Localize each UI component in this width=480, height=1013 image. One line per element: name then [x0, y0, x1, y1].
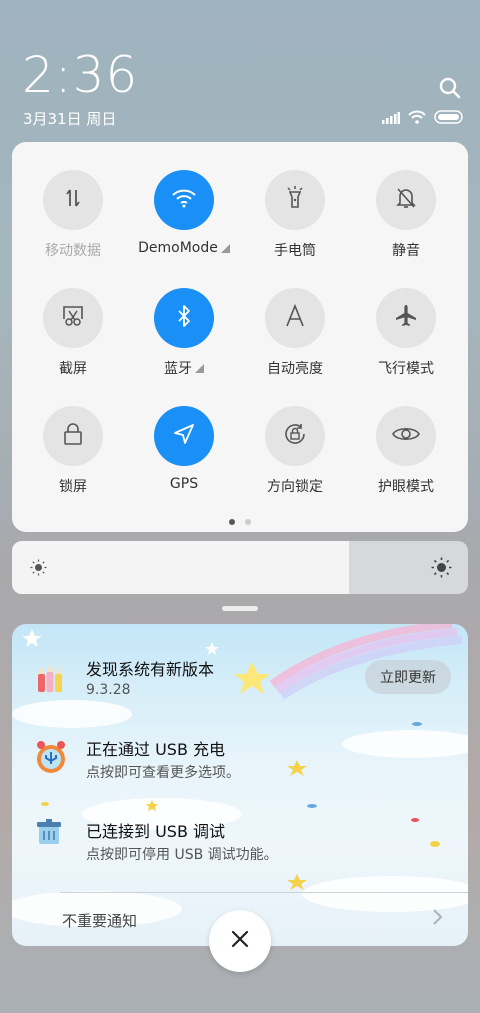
tile-label: 护眼模式 [378, 479, 434, 495]
tile-gps[interactable]: GPS [128, 406, 240, 516]
update-now-button[interactable]: 立即更新 [365, 660, 451, 694]
notification-panel: 发现系统有新版本 9.3.28 立即更新 正在通过 USB 充电 点按即可查看更… [12, 624, 468, 946]
tile-label: 静音 [392, 243, 420, 259]
tile-label: 自动亮度 [267, 361, 323, 377]
expand-arrow-icon[interactable] [220, 243, 230, 253]
tile-bluetooth[interactable]: 蓝牙 [128, 288, 240, 398]
wifi-status-icon [408, 109, 426, 128]
tile-label: 蓝牙 [164, 361, 192, 377]
unimportant-notifications-link[interactable]: 不重要通知 [62, 910, 137, 931]
notification-usb-debugging[interactable]: 已连接到 USB 调试 点按即可停用 USB 调试功能。 [12, 806, 468, 876]
notification-usb-charging[interactable]: 正在通过 USB 充电 点按即可查看更多选项。 [12, 724, 468, 794]
tile-label: 飞行模式 [378, 361, 434, 377]
mobile-data-icon [62, 187, 84, 213]
date-label: 3月31日 周日 [23, 110, 117, 128]
page-dot [229, 519, 235, 525]
tile-auto-brightness[interactable]: 自动亮度 [239, 288, 351, 398]
brightness-fill [12, 541, 350, 594]
close-icon [231, 930, 249, 952]
tile-label: DemoMode [138, 240, 218, 256]
notification-title: 发现系统有新版本 [86, 660, 215, 679]
brightness-high-icon [431, 557, 452, 582]
tile-label: GPS [169, 476, 199, 492]
rotation-lock-icon [283, 422, 307, 450]
tile-label: 截屏 [59, 361, 87, 377]
mute-bell-icon [395, 186, 417, 214]
notification-subtitle: 点按即可查看更多选项。 [86, 765, 240, 781]
tile-label: 锁屏 [59, 479, 87, 495]
brightness-slider[interactable] [12, 541, 468, 594]
tile-rotation-lock[interactable]: 方向锁定 [239, 406, 351, 516]
flashlight-icon [284, 186, 306, 214]
tile-label: 方向锁定 [267, 479, 323, 495]
notification-subtitle: 点按即可停用 USB 调试功能。 [86, 847, 278, 863]
quick-settings-panel: 移动数据 DemoMode 手电筒 静音 截屏 蓝牙 自动亮度 飞行模式 锁屏 … [12, 142, 468, 532]
bluetooth-icon [175, 304, 193, 332]
tile-airplane[interactable]: 飞行模式 [350, 288, 462, 398]
tile-wifi[interactable]: DemoMode [128, 170, 240, 280]
tile-lock[interactable]: 锁屏 [17, 406, 129, 516]
clock-time: 2:36 [22, 46, 139, 104]
chevron-right-icon[interactable] [432, 908, 444, 930]
divider [60, 892, 468, 893]
tile-screenshot[interactable]: 截屏 [17, 288, 129, 398]
screenshot-icon [61, 305, 85, 331]
tile-mute[interactable]: 静音 [350, 170, 462, 280]
lock-icon [62, 422, 84, 450]
brightness-low-icon [30, 559, 47, 580]
search-icon[interactable] [438, 76, 462, 100]
notification-title: 已连接到 USB 调试 [86, 822, 226, 841]
notification-system-update[interactable]: 发现系统有新版本 9.3.28 立即更新 [12, 624, 468, 714]
notification-subtitle: 9.3.28 [86, 682, 131, 698]
notification-title: 正在通过 USB 充电 [86, 740, 226, 759]
tile-flashlight[interactable]: 手电筒 [239, 170, 351, 280]
page-dot [245, 519, 251, 525]
signal-icon [382, 109, 400, 128]
gps-icon [172, 422, 196, 450]
battery-icon [434, 109, 464, 128]
drag-handle[interactable] [222, 606, 258, 611]
airplane-icon [394, 304, 418, 332]
clear-all-button[interactable] [209, 910, 271, 972]
auto-brightness-icon [284, 303, 306, 332]
tile-label: 手电筒 [274, 243, 316, 259]
update-pencils-icon [34, 662, 66, 694]
tile-label: 移动数据 [45, 243, 101, 259]
usb-charging-icon [34, 740, 66, 773]
usb-debug-icon [34, 818, 66, 850]
wifi-icon [171, 188, 197, 212]
tile-eye-comfort[interactable]: 护眼模式 [350, 406, 462, 516]
eye-icon [392, 425, 420, 447]
status-icons [382, 109, 464, 128]
page-indicator [12, 519, 468, 525]
tile-mobile-data[interactable]: 移动数据 [17, 170, 129, 280]
expand-arrow-icon[interactable] [195, 363, 204, 373]
